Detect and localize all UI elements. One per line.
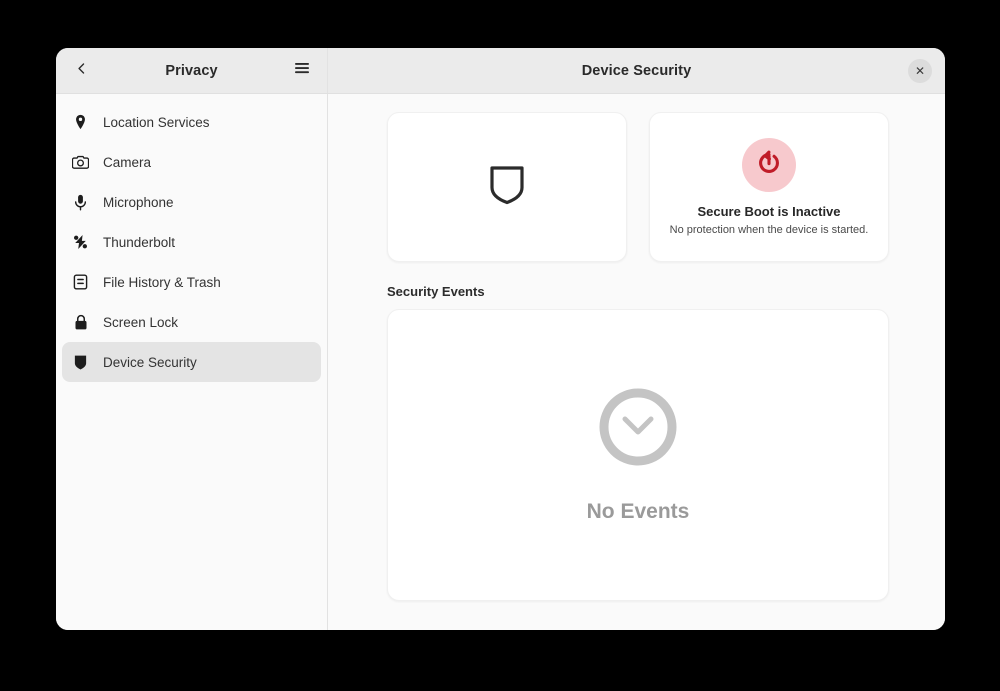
lock-icon [72,314,89,331]
sidebar-item-label: Microphone [103,194,174,210]
hamburger-menu-icon [294,61,310,80]
file-history-icon [72,274,89,291]
sidebar-item-label: File History & Trash [103,274,221,290]
location-pin-icon [72,114,89,131]
window-body: Location Services Camera Microphone Thun… [56,94,945,630]
close-icon: ✕ [914,63,926,78]
sidebar-item-label: Device Security [103,354,197,370]
sidebar-item-label: Thunderbolt [103,234,176,250]
microphone-icon [72,194,89,211]
sidebar-item-file-history-trash[interactable]: File History & Trash [62,262,321,302]
card-subtitle: No protection when the device is started… [669,224,869,236]
sidebar-nav: Location Services Camera Microphone Thun… [56,94,328,630]
sidebar-item-screen-lock[interactable]: Screen Lock [62,302,321,342]
back-button[interactable] [66,56,96,86]
sidebar-item-label: Location Services [103,114,210,130]
sidebar-item-microphone[interactable]: Microphone [62,182,321,222]
shield-icon [72,354,89,371]
page-title: Device Security [581,62,692,79]
camera-icon [72,154,89,171]
card-title: Secure Boot is Inactive [697,204,841,219]
sidebar-item-label: Camera [103,154,152,170]
chevron-left-icon [75,62,88,80]
sidebar-item-camera[interactable]: Camera [62,142,321,182]
status-card-row: Secure Boot is Inactive No protection wh… [387,112,889,262]
window-headerbar: Privacy Device Security ✕ [56,48,945,94]
main-headerbar: Device Security ✕ [328,48,945,93]
main-content: Secure Boot is Inactive No protection wh… [328,94,945,630]
security-events-list: No Events [387,309,889,601]
section-title-security-events: Security Events [387,284,485,299]
sidebar-headerbar: Privacy [56,48,328,93]
status-badge [742,138,796,192]
empty-state-label: No Events [586,499,690,523]
sidebar-item-label: Screen Lock [103,314,179,330]
sidebar-item-device-security[interactable]: Device Security [62,342,321,382]
clock-icon [598,387,678,472]
close-button[interactable]: ✕ [908,58,932,83]
thunderbolt-icon [72,234,89,251]
power-restart-icon [754,148,784,183]
sidebar-item-thunderbolt[interactable]: Thunderbolt [62,222,321,262]
secure-boot-card[interactable]: Secure Boot is Inactive No protection wh… [649,112,889,262]
main-menu-button[interactable] [287,56,317,86]
shield-outline-icon [489,165,525,205]
device-protection-card[interactable] [387,112,627,262]
sidebar-item-location-services[interactable]: Location Services [62,102,321,142]
settings-window: Privacy Device Security ✕ Location Servi… [56,48,945,630]
